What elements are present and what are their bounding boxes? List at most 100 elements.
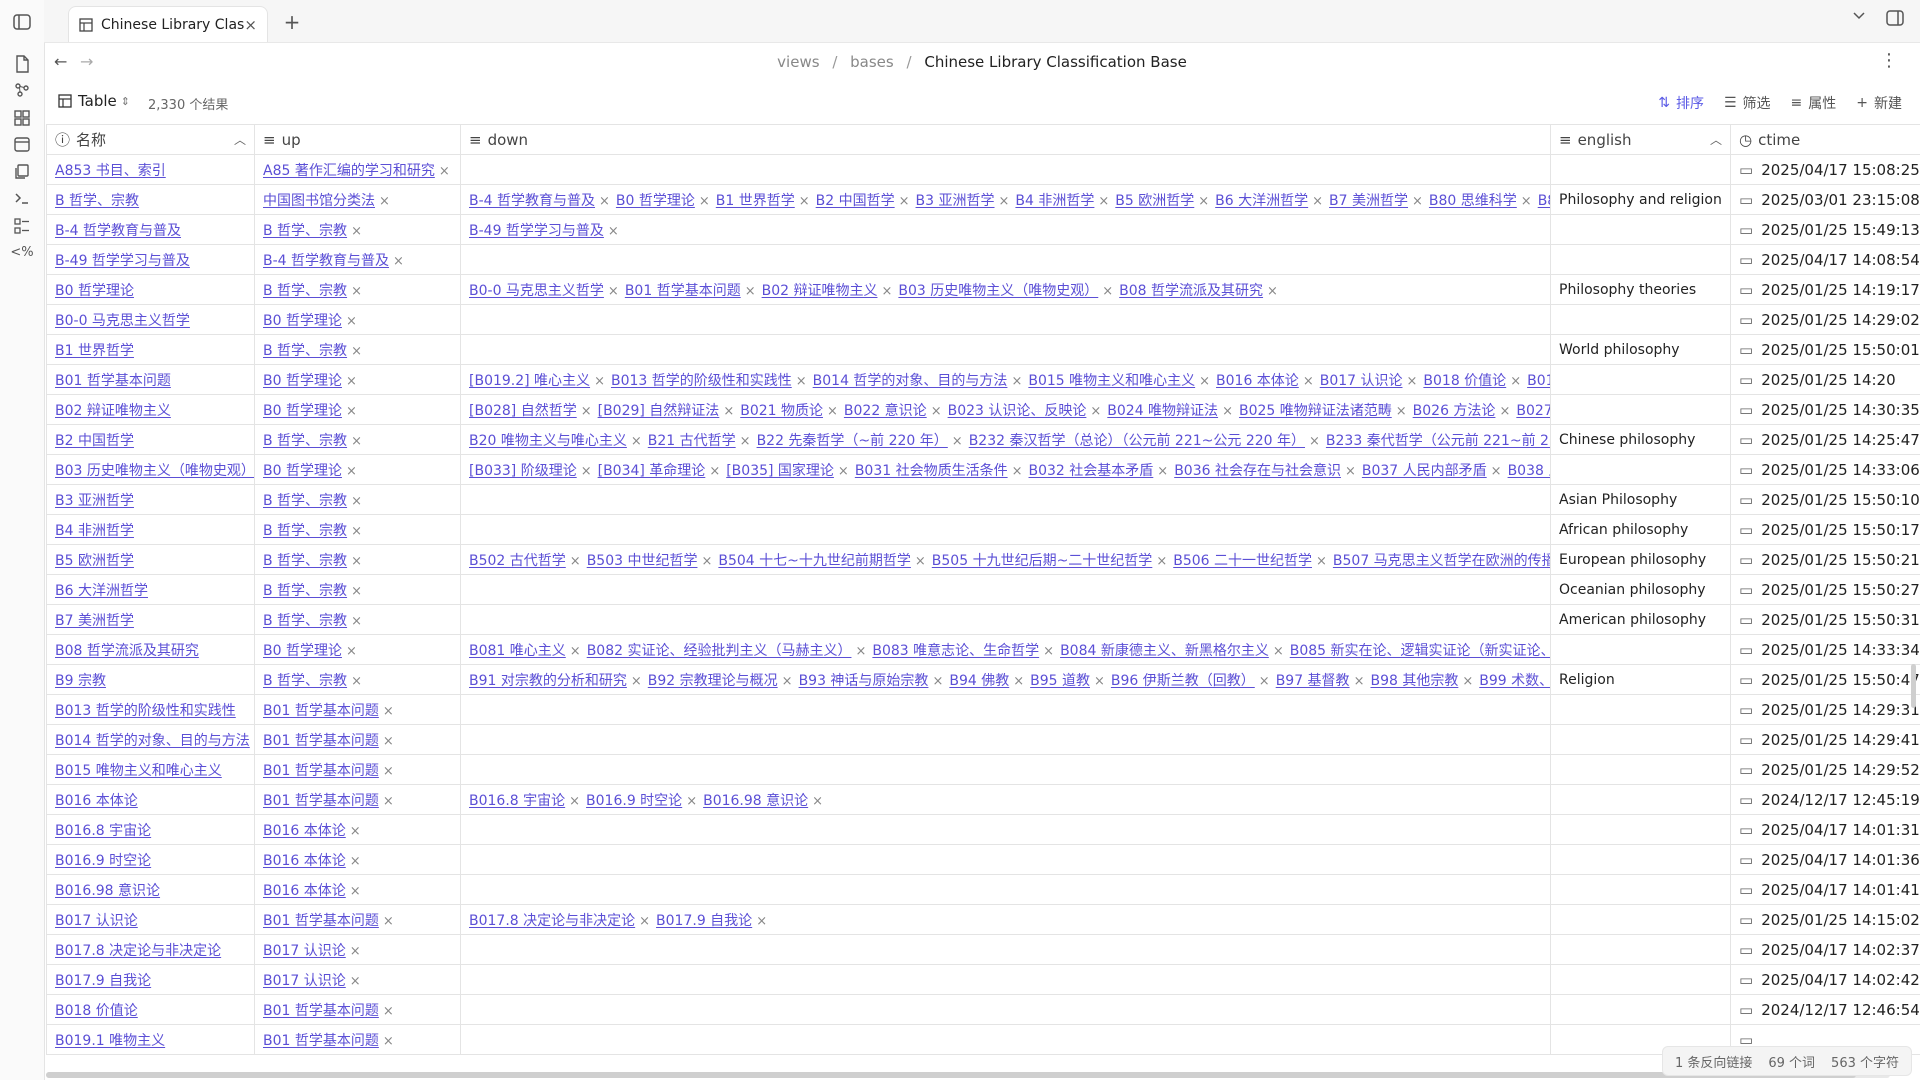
down-link[interactable]: B1 世界哲学 — [716, 193, 795, 209]
english-cell[interactable] — [1550, 244, 1731, 275]
up-link[interactable]: B0 哲学理论 — [263, 403, 342, 419]
down-link[interactable]: B507 马克思主义哲学在欧洲的传播与发 — [1333, 553, 1550, 569]
remove-link-icon[interactable]: × — [351, 284, 362, 299]
backlinks-count[interactable]: 1 条反向链接 — [1675, 1052, 1752, 1071]
ctime-cell[interactable]: ▭ 2025/01/25 14:29:31 — [1730, 694, 1920, 725]
down-link[interactable]: B032 社会基本矛盾 — [1029, 463, 1154, 479]
up-link[interactable]: B0 哲学理论 — [263, 463, 342, 479]
english-cell[interactable] — [1550, 364, 1731, 395]
note-link[interactable]: B0-0 马克思主义哲学 — [55, 313, 190, 329]
down-link[interactable]: B92 宗教理论与概况 — [648, 673, 778, 689]
english-cell[interactable] — [1550, 934, 1731, 965]
down-link[interactable]: [B035] 国家理论 — [726, 463, 834, 479]
up-cell[interactable]: B 哲学、宗教 × — [254, 274, 461, 305]
english-cell[interactable] — [1550, 844, 1731, 875]
remove-link-icon[interactable]: × — [1013, 674, 1024, 689]
up-cell[interactable]: B-4 哲学教育与普及 × — [254, 244, 461, 275]
down-link[interactable]: B-49 哲学学习与普及 — [469, 223, 604, 239]
ctime-cell[interactable]: ▭ 2025/04/17 14:01:31 — [1730, 814, 1920, 845]
note-link[interactable]: B016.98 意识论 — [55, 883, 160, 899]
remove-link-icon[interactable]: × — [740, 434, 751, 449]
down-link[interactable]: B505 十九世纪后期~二十世纪哲学 — [932, 553, 1153, 569]
up-link[interactable]: B01 哲学基本问题 — [263, 793, 379, 809]
up-cell[interactable]: B0 哲学理论 × — [254, 304, 461, 335]
down-cell[interactable] — [460, 694, 1551, 725]
remove-link-icon[interactable]: × — [393, 254, 404, 269]
remove-link-icon[interactable]: × — [383, 914, 394, 929]
down-link[interactable]: B81 — [1538, 193, 1550, 209]
up-link[interactable]: A85 著作汇编的学习和研究 — [263, 163, 435, 179]
down-link[interactable]: B015 唯物主义和唯心主义 — [1028, 373, 1195, 389]
name-cell[interactable]: B016.98 意识论 — [46, 874, 255, 905]
down-link[interactable]: B21 古代哲学 — [648, 433, 736, 449]
english-cell[interactable]: European philosophy — [1550, 544, 1731, 575]
remove-link-icon[interactable]: × — [383, 764, 394, 779]
remove-link-icon[interactable]: × — [1259, 674, 1270, 689]
remove-link-icon[interactable]: × — [932, 674, 943, 689]
down-link[interactable]: B014 哲学的对象、目的与方法 — [813, 373, 1008, 389]
remove-link-icon[interactable]: × — [1102, 284, 1113, 299]
remove-link-icon[interactable]: × — [350, 884, 361, 899]
remove-link-icon[interactable]: × — [1462, 674, 1473, 689]
remove-link-icon[interactable]: × — [570, 644, 581, 659]
note-link[interactable]: B016.8 宇宙论 — [55, 823, 151, 839]
down-link[interactable]: B504 十七~十九世纪前期哲学 — [718, 553, 911, 569]
up-cell[interactable]: B01 哲学基本问题 × — [254, 1024, 461, 1055]
remove-link-icon[interactable]: × — [346, 314, 357, 329]
down-link[interactable]: B3 亚洲哲学 — [916, 193, 995, 209]
english-cell[interactable] — [1550, 694, 1731, 725]
down-cell[interactable]: B0-0 马克思主义哲学 × B01 哲学基本问题 × B02 辩证唯物主义 × B03 历… — [460, 274, 1551, 305]
up-link[interactable]: B01 哲学基本问题 — [263, 913, 379, 929]
ctime-cell[interactable]: ▭ 2025/01/25 15:50:31 — [1730, 604, 1920, 635]
ctime-cell[interactable]: ▭ 2025/01/25 15:50:01 — [1730, 334, 1920, 365]
up-cell[interactable]: B01 哲学基本问题 × — [254, 694, 461, 725]
remove-link-icon[interactable]: × — [1011, 374, 1022, 389]
down-link[interactable]: B233 秦代哲学（公元前 221~前 207 年 — [1326, 433, 1550, 449]
down-link[interactable]: B93 神话与原始宗教 — [799, 673, 929, 689]
remove-link-icon[interactable]: × — [699, 194, 710, 209]
down-link[interactable]: B02 辩证唯物主义 — [762, 283, 878, 299]
remove-link-icon[interactable]: × — [1012, 464, 1023, 479]
new-button[interactable]: + 新建 — [1856, 93, 1902, 113]
remove-link-icon[interactable]: × — [383, 734, 394, 749]
remove-link-icon[interactable]: × — [351, 614, 362, 629]
up-cell[interactable]: B 哲学、宗教 × — [254, 514, 461, 545]
down-link[interactable]: B96 伊斯兰教（回教） — [1111, 673, 1255, 689]
down-link[interactable]: B036 社会存在与社会意识 — [1174, 463, 1341, 479]
remove-link-icon[interactable]: × — [1312, 194, 1323, 209]
up-cell[interactable]: B01 哲学基本问题 × — [254, 994, 461, 1025]
remove-link-icon[interactable]: × — [350, 974, 361, 989]
close-tab-icon[interactable]: × — [244, 16, 257, 34]
english-cell[interactable]: Chinese philosophy — [1550, 424, 1731, 455]
remove-link-icon[interactable]: × — [999, 194, 1010, 209]
ctime-cell[interactable]: ▭ 2025/04/17 14:02:37 — [1730, 934, 1920, 965]
note-link[interactable]: B02 辩证唯物主义 — [55, 403, 171, 419]
remove-link-icon[interactable]: × — [1510, 374, 1521, 389]
remove-link-icon[interactable]: × — [1491, 464, 1502, 479]
breadcrumb-views[interactable]: views — [777, 53, 819, 71]
remove-link-icon[interactable]: × — [439, 164, 450, 179]
down-link[interactable]: B031 社会物质生活条件 — [855, 463, 1008, 479]
note-link[interactable]: B018 价值论 — [55, 1003, 138, 1019]
remove-link-icon[interactable]: × — [1521, 194, 1532, 209]
remove-link-icon[interactable]: × — [1267, 284, 1278, 299]
name-cell[interactable]: B-4 哲学教育与普及 — [46, 214, 255, 245]
note-link[interactable]: B1 世界哲学 — [55, 343, 134, 359]
down-link[interactable]: [B034] 革命理论 — [598, 463, 706, 479]
down-link[interactable]: B0-0 马克思主义哲学 — [469, 283, 604, 299]
down-link[interactable]: B95 道教 — [1030, 673, 1090, 689]
down-cell[interactable] — [460, 874, 1551, 905]
english-cell[interactable] — [1550, 634, 1731, 665]
english-cell[interactable] — [1550, 394, 1731, 425]
up-link[interactable]: B0 哲学理论 — [263, 373, 342, 389]
note-link[interactable]: B4 非洲哲学 — [55, 523, 134, 539]
ctime-cell[interactable]: ▭ 2025/03/01 23:15:08 — [1730, 184, 1920, 215]
down-link[interactable]: [B028] 自然哲学 — [469, 403, 577, 419]
remove-link-icon[interactable]: × — [350, 824, 361, 839]
ctime-cell[interactable]: ▭ 2025/04/17 14:08:54 — [1730, 244, 1920, 275]
down-cell[interactable] — [460, 964, 1551, 995]
name-cell[interactable]: B017.8 决定论与非决定论 — [46, 934, 255, 965]
down-link[interactable]: B506 二十一世纪哲学 — [1173, 553, 1312, 569]
down-link[interactable]: B037 人民内部矛盾 — [1362, 463, 1487, 479]
name-cell[interactable]: B3 亚洲哲学 — [46, 484, 255, 515]
